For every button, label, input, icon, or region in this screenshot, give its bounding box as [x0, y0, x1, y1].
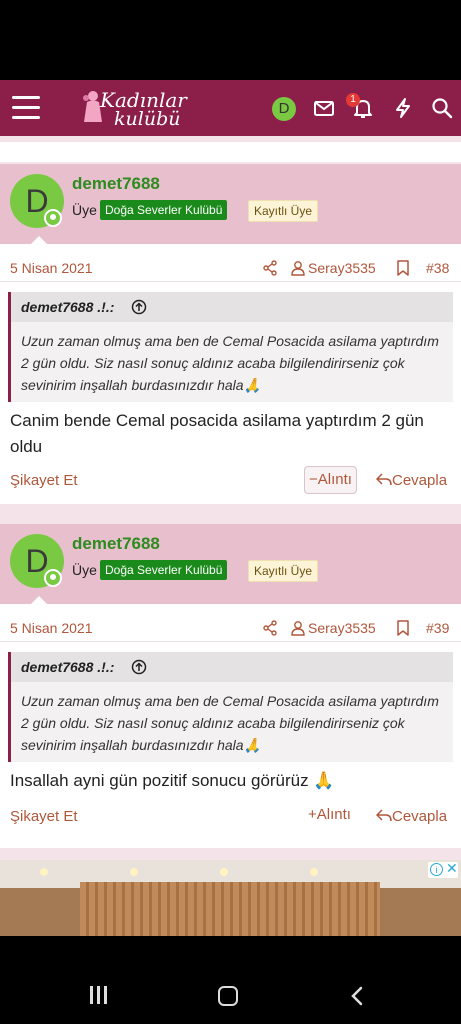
report-link[interactable]: Şikayet Et	[10, 808, 78, 825]
member-badge: Kayıtlı Üye	[248, 200, 319, 222]
post-38: D demet7688 Üye Doğa Severler Kulübü Kay…	[0, 164, 461, 504]
thread-content: D demet7688 Üye Doğa Severler Kulübü Kay…	[0, 136, 461, 936]
ad-image-wall	[80, 882, 380, 936]
header-pointer	[30, 236, 48, 245]
reply-button[interactable]: Cevapla	[376, 808, 447, 825]
header-pointer	[30, 596, 48, 605]
reply-label: Cevapla	[392, 808, 448, 825]
reply-button[interactable]: Cevapla	[376, 472, 447, 489]
quote-author[interactable]: demet7688 .!.:	[21, 299, 114, 315]
lightning-icon[interactable]	[392, 97, 414, 119]
post-header: D demet7688 Üye Doğa Severler Kulübü Kay…	[0, 524, 461, 605]
site-logo[interactable]: Kadınlar kulübü	[82, 86, 192, 130]
arrow-up-circle-icon[interactable]	[131, 659, 147, 675]
previous-post-edge	[0, 142, 461, 162]
ad-image-light	[310, 868, 318, 876]
post-39: D demet7688 Üye Doğa Severler Kulübü Kay…	[0, 524, 461, 848]
post-body: Canim bende Cemal posacida asilama yaptı…	[10, 411, 424, 456]
quote-button[interactable]: +Alıntı	[304, 802, 355, 830]
quoted-user-link[interactable]: Seray3535	[308, 620, 376, 636]
recent-apps-icon[interactable]	[90, 986, 110, 1004]
user-role: Üye	[72, 562, 97, 578]
search-icon[interactable]	[431, 97, 453, 119]
post-header: D demet7688 Üye Doğa Severler Kulübü Kay…	[0, 164, 461, 245]
logo-text-bottom: kulübü	[114, 108, 181, 130]
ad-image-light	[40, 868, 48, 876]
post-meta: 5 Nisan 2021 Seray3535 #39	[0, 612, 461, 642]
advertisement-banner[interactable]: i ✕	[0, 860, 461, 936]
quote-button[interactable]: −Alıntı	[304, 466, 357, 494]
post-number[interactable]: #39	[426, 620, 449, 636]
ad-close-icon[interactable]: ✕	[446, 860, 458, 877]
user-icon	[291, 621, 305, 636]
online-status-icon	[44, 209, 62, 227]
notification-badge: 1	[346, 93, 360, 107]
mail-icon[interactable]	[313, 97, 335, 119]
user-role: Üye	[72, 202, 97, 218]
share-icon[interactable]	[262, 260, 278, 276]
post-date[interactable]: 5 Nisan 2021	[10, 620, 93, 636]
arrow-up-circle-icon[interactable]	[131, 299, 147, 315]
quote-header: demet7688 .!.:	[11, 292, 453, 322]
member-badge: Kayıtlı Üye	[248, 560, 319, 582]
club-badge: Doğa Severler Kulübü	[100, 200, 228, 220]
quote-header: demet7688 .!.:	[11, 652, 453, 682]
bookmark-icon[interactable]	[396, 620, 410, 636]
menu-icon[interactable]	[12, 96, 40, 120]
plus-icon: +	[308, 806, 317, 823]
quote-label: Alıntı	[317, 471, 352, 488]
back-icon[interactable]	[350, 986, 364, 1006]
ad-image-light	[220, 868, 228, 876]
system-nav-bar	[0, 960, 461, 1024]
post-body: Insallah ayni gün pozitif sonucu görürüz…	[10, 771, 335, 790]
quoted-user-link[interactable]: Seray3535	[308, 260, 376, 276]
username[interactable]: demet7688	[72, 174, 160, 194]
reply-icon	[376, 473, 392, 486]
post-meta: 5 Nisan 2021 Seray3535 #38	[0, 252, 461, 282]
app-header: Kadınlar kulübü D 1	[0, 80, 461, 136]
ad-image-light	[130, 868, 138, 876]
minus-icon: −	[309, 471, 318, 488]
report-link[interactable]: Şikayet Et	[10, 472, 78, 489]
online-status-icon	[44, 569, 62, 587]
post-actions: Şikayet Et +Alıntı Cevapla	[0, 800, 461, 836]
quote-block: demet7688 .!.: Uzun zaman olmuş ama ben …	[8, 652, 453, 762]
share-icon[interactable]	[262, 620, 278, 636]
user-avatar[interactable]: D	[272, 97, 296, 121]
post-actions: Şikayet Et −Alıntı Cevapla	[0, 464, 461, 500]
quote-text: Uzun zaman olmuş ama ben de Cemal Posaci…	[21, 333, 439, 393]
ad-info-icon[interactable]: i	[430, 863, 443, 876]
club-badge: Doğa Severler Kulübü	[100, 560, 228, 580]
bookmark-icon[interactable]	[396, 260, 410, 276]
reply-label: Cevapla	[392, 472, 448, 489]
quote-label: Alıntı	[316, 806, 351, 823]
quote-block: demet7688 .!.: Uzun zaman olmuş ama ben …	[8, 292, 453, 402]
username[interactable]: demet7688	[72, 534, 160, 554]
reply-icon	[376, 809, 392, 822]
quote-text: Uzun zaman olmuş ama ben de Cemal Posaci…	[21, 693, 439, 753]
home-icon[interactable]	[218, 986, 238, 1006]
user-icon	[291, 261, 305, 276]
post-number[interactable]: #38	[426, 260, 449, 276]
status-bar	[0, 0, 461, 80]
quote-author[interactable]: demet7688 .!.:	[21, 659, 114, 675]
post-date[interactable]: 5 Nisan 2021	[10, 260, 93, 276]
